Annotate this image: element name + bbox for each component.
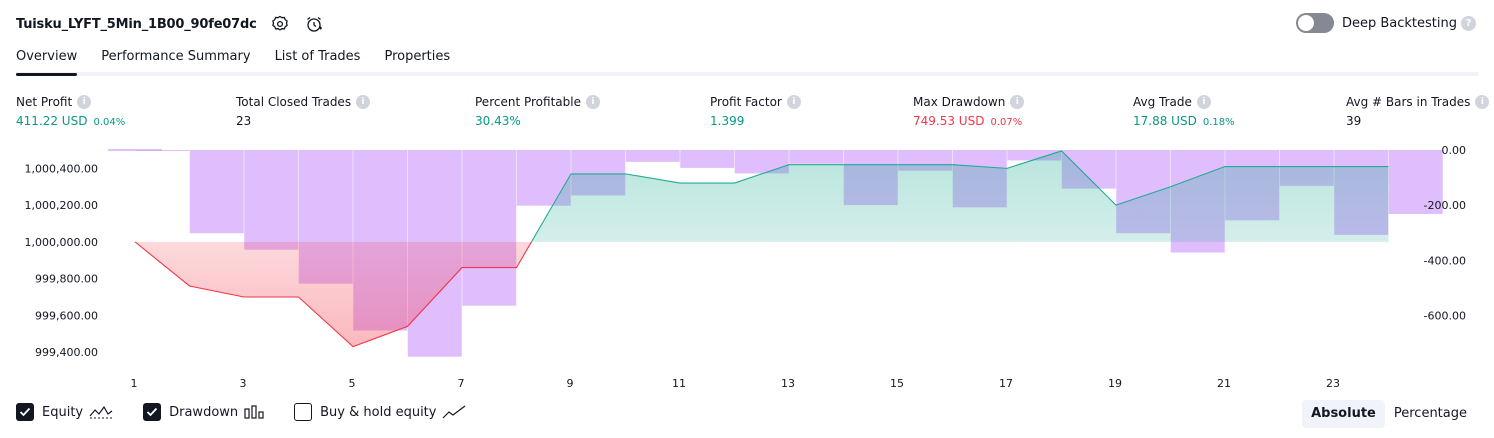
toggle-knob xyxy=(1297,15,1314,31)
right-axis-tick: -200.00 xyxy=(1424,199,1466,212)
x-axis-tick: 3 xyxy=(240,377,247,390)
drawdown-bar xyxy=(625,150,680,162)
deep-backtesting: Deep Backtesting ? xyxy=(1295,13,1476,33)
metric-value: 749.53 USD xyxy=(913,114,985,128)
x-axis-tick: 23 xyxy=(1326,377,1340,390)
metric-label: Profit Factor xyxy=(710,95,782,109)
drawdown-bar xyxy=(789,150,844,164)
x-axis-tick: 11 xyxy=(672,377,686,390)
right-axis-tick: -600.00 xyxy=(1424,309,1466,322)
legend-label: Buy & hold equity xyxy=(320,404,437,420)
metric-label: Avg Trade xyxy=(1133,95,1192,109)
metric-max-drawdown: Max Drawdown i 749.53 USD 0.07% xyxy=(913,94,1025,130)
drawdown-bar xyxy=(189,150,244,234)
info-icon[interactable]: i xyxy=(356,95,371,109)
metric-label: Total Closed Trades xyxy=(236,95,352,109)
metric-total-closed-trades: Total Closed Trades i 23 xyxy=(236,94,371,130)
metric-value: 30.43% xyxy=(475,114,521,128)
metric-label: Avg # Bars in Trades xyxy=(1346,95,1471,109)
metric-label: Net Profit xyxy=(16,95,73,109)
drawdown-bar xyxy=(680,150,735,168)
info-icon[interactable]: i xyxy=(585,95,600,109)
tab-overview[interactable]: Overview xyxy=(16,47,78,76)
left-axis-tick: 1,000,000.00 xyxy=(25,236,98,249)
legend-drawdown[interactable]: Drawdown xyxy=(143,403,264,421)
right-axis-tick: -400.00 xyxy=(1424,254,1466,267)
x-axis-tick: 21 xyxy=(1217,377,1231,390)
x-axis-tick: 13 xyxy=(781,377,795,390)
title-row: Tuisku_LYFT_5Min_1B00_90fe07dc xyxy=(16,12,325,36)
legend-equity[interactable]: Equity xyxy=(16,403,113,421)
info-icon[interactable]: i xyxy=(1196,95,1211,109)
deep-backtesting-label: Deep Backtesting xyxy=(1341,15,1457,31)
tab-performance-summary[interactable]: Performance Summary xyxy=(101,47,250,72)
x-axis-tick: 1 xyxy=(131,377,138,390)
drawdown-bars-icon xyxy=(244,405,264,419)
info-icon[interactable]: i xyxy=(786,95,801,109)
x-axis-tick: 5 xyxy=(349,377,356,390)
x-axis-tick: 7 xyxy=(458,377,465,390)
chart-legend: Equity Drawdown Buy & hold equity xyxy=(16,403,496,421)
equity-drawdown-chart: 1,000,400.00 1,000,200.00 1,000,000.00 999,… xyxy=(25,144,1467,390)
legend-buy-hold-equity[interactable]: Buy & hold equity xyxy=(294,403,466,421)
x-axis-tick: 15 xyxy=(890,377,904,390)
help-icon[interactable]: ? xyxy=(1461,15,1476,31)
metric-net-profit: Net Profit i 411.22 USD 0.04% xyxy=(16,94,125,130)
metric-value: 23 xyxy=(236,114,252,128)
equity-checkbox[interactable] xyxy=(16,403,34,421)
metric-value: 17.88 USD xyxy=(1133,114,1197,128)
metric-label: Max Drawdown xyxy=(913,95,1006,109)
add-alert-icon[interactable] xyxy=(303,13,325,35)
metric-value: 1.399 xyxy=(710,114,745,128)
tab-list-of-trades[interactable]: List of Trades xyxy=(275,47,361,72)
left-axis-tick: 999,600.00 xyxy=(35,309,98,322)
left-axis-tick: 999,800.00 xyxy=(35,273,98,286)
metric-value: 39 xyxy=(1346,114,1362,128)
info-icon[interactable]: i xyxy=(1010,95,1025,109)
metric-value: 411.22 USD xyxy=(16,114,88,128)
metric-percent: 0.07% xyxy=(990,117,1023,128)
x-axis-tick: 17 xyxy=(999,377,1013,390)
buy-hold-checkbox[interactable] xyxy=(294,403,313,421)
metric-avg-bars-in-trades: Avg # Bars in Trades i 39 xyxy=(1346,94,1490,130)
left-axis-tick: 999,400.00 xyxy=(35,346,98,359)
metric-percent: 0.18% xyxy=(1202,117,1235,128)
metric-percent-profitable: Percent Profitable i 30.43% xyxy=(475,94,600,130)
percentage-button[interactable]: Percentage xyxy=(1385,400,1476,428)
drawdown-bar xyxy=(462,150,517,306)
right-axis-tick: 0.00 xyxy=(1442,144,1467,157)
x-axis-tick: 19 xyxy=(1108,377,1122,390)
metric-percent: 0.04% xyxy=(93,117,126,128)
info-icon[interactable]: i xyxy=(1475,95,1490,109)
left-axis-tick: 1,000,400.00 xyxy=(25,162,98,175)
mode-switch: Absolute Percentage xyxy=(1302,400,1476,428)
drawdown-checkbox[interactable] xyxy=(143,403,162,421)
x-axis-tick: 9 xyxy=(567,377,574,390)
drawdown-bar xyxy=(135,150,190,151)
metric-avg-trade: Avg Trade i 17.88 USD 0.18% xyxy=(1133,94,1235,130)
info-icon[interactable]: i xyxy=(77,95,92,109)
settings-icon[interactable] xyxy=(269,13,291,35)
deep-backtesting-toggle[interactable] xyxy=(1295,13,1334,33)
left-axis-tick: 1,000,200.00 xyxy=(25,199,98,212)
absolute-button[interactable]: Absolute xyxy=(1302,400,1385,428)
buy-hold-line-icon xyxy=(442,405,466,419)
equity-line-icon xyxy=(89,405,113,419)
drawdown-bar xyxy=(244,150,299,250)
metric-profit-factor: Profit Factor i 1.399 xyxy=(710,94,801,130)
legend-label: Drawdown xyxy=(169,404,239,420)
tab-properties[interactable]: Properties xyxy=(384,47,450,72)
tab-bar: Overview Performance Summary List of Tra… xyxy=(16,47,1478,76)
strategy-name: Tuisku_LYFT_5Min_1B00_90fe07dc xyxy=(16,16,257,32)
legend-label: Equity xyxy=(42,404,84,420)
metric-label: Percent Profitable xyxy=(475,95,581,109)
